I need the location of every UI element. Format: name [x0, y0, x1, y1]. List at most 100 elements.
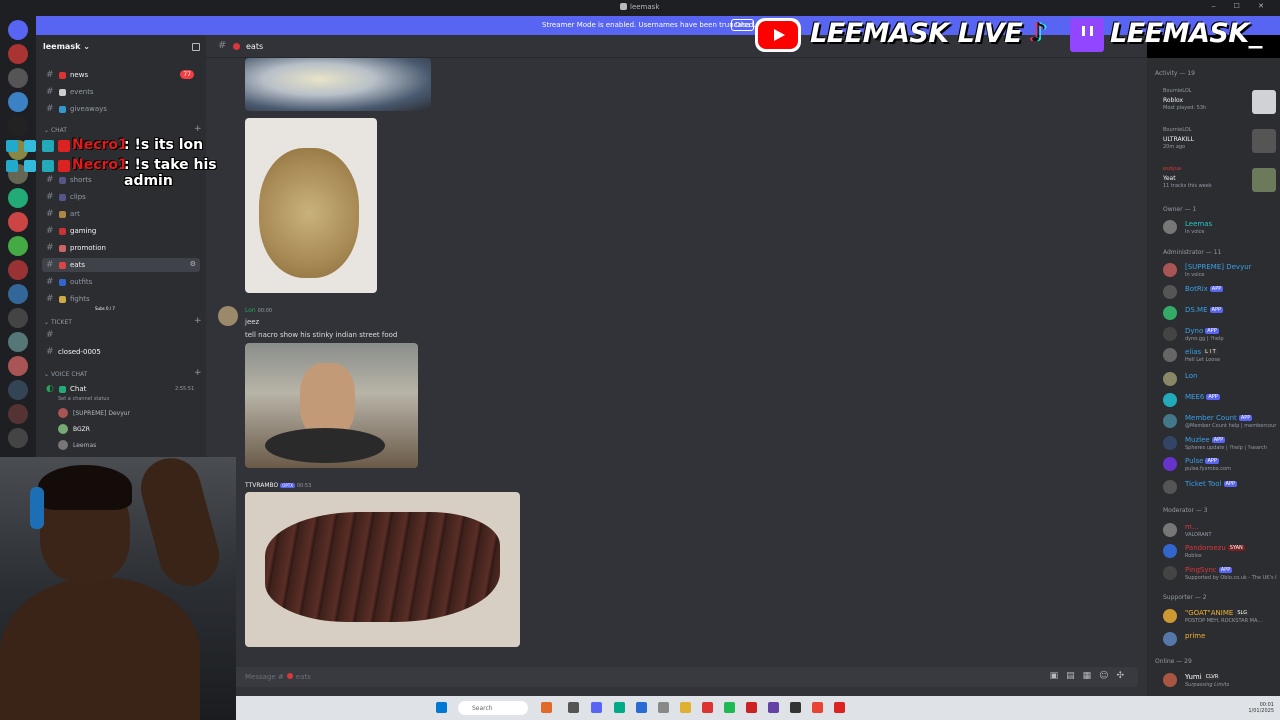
voice-user[interactable]: Leemas [56, 438, 198, 452]
spotify-icon[interactable] [724, 702, 735, 713]
member[interactable]: Ticket Tool APP [1155, 476, 1280, 496]
chrome-icon[interactable] [812, 702, 823, 713]
message-text: tell nacro show his stinky indian street… [245, 331, 398, 339]
app-icon[interactable] [790, 702, 801, 713]
folder-icon[interactable] [680, 702, 691, 713]
member[interactable]: PingSync APP Supported by Oblo.co.uk - The… [1155, 562, 1280, 582]
server-icon[interactable] [8, 116, 28, 136]
channel-art[interactable]: # art [42, 207, 200, 221]
member[interactable]: Lon [1155, 368, 1280, 388]
invite-icon[interactable] [192, 43, 200, 51]
app-icon[interactable] [746, 702, 757, 713]
channel-emoji-icon [59, 89, 66, 96]
server-icon[interactable] [8, 428, 28, 448]
member[interactable]: DS.ME APP [1155, 302, 1280, 322]
app-icon[interactable] [658, 702, 669, 713]
member[interactable]: [SUPREME] Devyur In voice [1155, 259, 1280, 279]
app-icon[interactable] [568, 702, 579, 713]
app-icon[interactable] [834, 702, 845, 713]
member[interactable]: BotRix APP [1155, 281, 1280, 301]
member[interactable]: m... VALORANT [1155, 519, 1280, 539]
voice-user[interactable]: BGZR [56, 422, 198, 436]
server-icon[interactable] [8, 212, 28, 232]
channel-events[interactable]: # events [42, 85, 200, 99]
channel-eats[interactable]: # eats ⚙ [42, 258, 200, 272]
badge-icon [24, 160, 36, 172]
server-icon[interactable] [8, 92, 28, 112]
member[interactable]: MEE6 APP [1155, 389, 1280, 409]
attachment-image[interactable] [245, 343, 418, 468]
member[interactable]: Pandoroezu SYAN Roblox [1155, 540, 1280, 560]
channel-settings-icon[interactable]: ⚙ [190, 260, 196, 268]
channel-fights[interactable]: # fights [42, 292, 200, 306]
category-ticket[interactable]: ⌄ Ticket [44, 319, 72, 326]
avatar[interactable] [218, 306, 238, 326]
channel-closed[interactable]: # closed-0005 [42, 345, 200, 359]
pan-shape [265, 428, 385, 463]
window-controls[interactable]: ⎯ ☐ ✕ [1212, 2, 1272, 11]
home-icon[interactable] [8, 20, 28, 40]
add-channel-icon[interactable]: + [194, 368, 202, 378]
server-icon[interactable] [8, 332, 28, 352]
app-badge: APP [1209, 307, 1223, 313]
channel-news[interactable]: # news 77 [42, 68, 200, 82]
activity-card[interactable]: BournieLOL ULTRAKILL 20m ago [1155, 127, 1276, 161]
avatar [1163, 673, 1177, 687]
channel-gaming[interactable]: # gaming [42, 224, 200, 238]
brand-text: LEEMASK LIVE [810, 18, 1023, 49]
avatar [1163, 609, 1177, 623]
voice-status[interactable]: Set a channel status [58, 396, 109, 402]
taskbar-search[interactable]: Search [458, 701, 528, 715]
activity-card[interactable]: esdyua Yeat 11 tracks this week [1155, 166, 1276, 200]
windows-start-icon[interactable] [436, 702, 447, 713]
app-icon[interactable] [702, 702, 713, 713]
channel-ticket[interactable]: # [42, 328, 200, 342]
member[interactable]: "GOAT"ANIME SLG POSTOP MEH, ROCKSTAR MA... [1155, 605, 1280, 625]
channel-promotion[interactable]: # promotion [42, 241, 200, 255]
member[interactable]: Pulse APP pulse.fyxmbo.com [1155, 453, 1280, 473]
app-icon[interactable] [636, 702, 647, 713]
message-author[interactable]: Lon 00:00 [245, 307, 272, 314]
voice-user[interactable]: [SUPREME] Devyur [56, 406, 198, 420]
member[interactable]: elias L I T Hell Let Loose [1155, 344, 1280, 364]
server-icon[interactable] [8, 404, 28, 424]
category-voice-chat[interactable]: ⌄ Voice Chat [44, 371, 87, 378]
clock[interactable]: 00:01 1/01/2025 [1248, 702, 1274, 714]
member[interactable]: Muzlee APP Spheres update | ?help | ?searc… [1155, 432, 1280, 452]
channel-clips[interactable]: # clips [42, 190, 200, 204]
message-composer[interactable]: Message # eats ▣▤▦☺✣ [226, 667, 1138, 687]
add-channel-icon[interactable]: + [194, 124, 202, 134]
member[interactable]: Member Count APP @Member Count help | memb… [1155, 410, 1280, 430]
attachment-image[interactable] [245, 492, 520, 647]
server-icon[interactable] [8, 284, 28, 304]
avatar [58, 440, 68, 450]
activity-card[interactable]: BournieLOL Roblox Most played: 53h [1155, 88, 1276, 122]
server-icon[interactable] [8, 380, 28, 400]
channel-giveaways[interactable]: # giveaways [42, 102, 200, 116]
app-badge: APP [1218, 567, 1233, 573]
member[interactable]: Yumi CLVR Surpassing Limits [1155, 669, 1280, 689]
server-icon[interactable] [8, 68, 28, 88]
attachment-image[interactable] [245, 58, 431, 111]
server-name[interactable]: leemask ⌄ [43, 42, 90, 51]
message-author[interactable]: TTVRAMBO OPTX 00:53 [245, 482, 311, 489]
add-channel-icon[interactable]: + [194, 316, 202, 326]
server-icon[interactable] [8, 308, 28, 328]
composer-tools[interactable]: ▣▤▦☺✣ [1050, 671, 1132, 681]
discord-icon[interactable] [591, 702, 602, 713]
server-icon[interactable] [8, 188, 28, 208]
server-icon[interactable] [8, 356, 28, 376]
channel-outfits[interactable]: # outfits [42, 275, 200, 289]
app-icon[interactable] [541, 702, 552, 713]
category-chat[interactable]: ⌄ Chat [44, 127, 67, 134]
server-icon[interactable] [8, 44, 28, 64]
channel-emoji-icon [59, 194, 66, 201]
server-icon[interactable] [8, 236, 28, 256]
member[interactable]: Leemas In voice [1155, 216, 1280, 236]
app-icon[interactable] [768, 702, 779, 713]
hash-icon: # [46, 104, 54, 114]
server-icon[interactable] [8, 260, 28, 280]
member[interactable]: prime [1155, 628, 1280, 648]
edge-icon[interactable] [614, 702, 625, 713]
member[interactable]: Dyno APP dyno.gg | ?help [1155, 323, 1280, 343]
